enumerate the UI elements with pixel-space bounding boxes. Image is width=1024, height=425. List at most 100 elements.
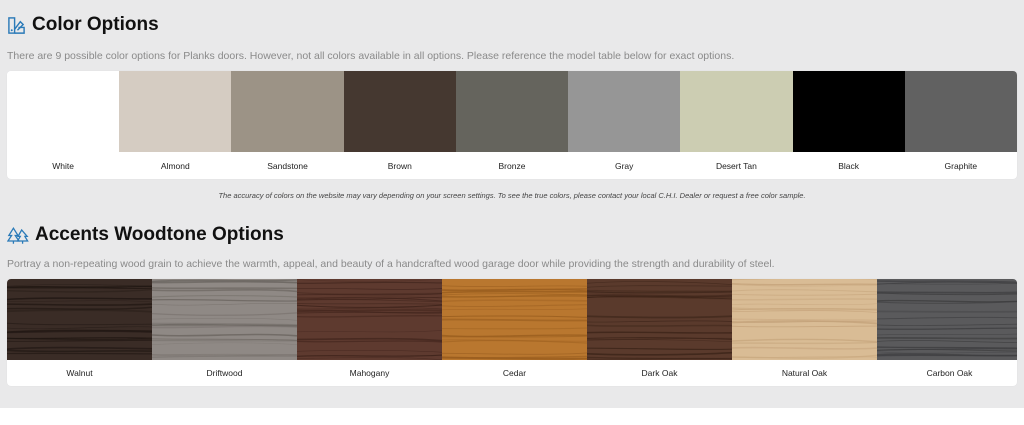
grain-line bbox=[297, 330, 442, 333]
grain-line bbox=[152, 295, 297, 298]
swatch-label: Natural Oak bbox=[781, 368, 828, 378]
grain-line bbox=[152, 289, 297, 293]
grain-line bbox=[7, 297, 152, 301]
woodtone-swatch-natural-oak[interactable]: Natural Oak bbox=[732, 279, 877, 386]
color-swatch-sandstone[interactable]: Sandstone bbox=[231, 71, 344, 179]
grain-line bbox=[152, 342, 297, 345]
woodgrain-texture bbox=[152, 279, 297, 358]
grain-line bbox=[732, 310, 877, 313]
color-swatch-bronze[interactable]: Bronze bbox=[455, 71, 569, 179]
woodtone-swatch-cedar[interactable]: Cedar bbox=[442, 279, 587, 386]
grain-line bbox=[442, 352, 587, 355]
color-chip bbox=[231, 71, 344, 152]
grain-line bbox=[587, 347, 732, 351]
color-swatch-black[interactable]: Black bbox=[792, 71, 905, 179]
woodgrain-chip bbox=[877, 279, 1017, 360]
grain-line bbox=[877, 291, 1017, 295]
grain-line bbox=[877, 316, 1017, 320]
color-swatch-brown[interactable]: Brown bbox=[343, 71, 456, 179]
color-swatch-gray[interactable]: Gray bbox=[568, 71, 681, 179]
grain-line bbox=[152, 338, 297, 341]
color-options-title: Color Options bbox=[32, 14, 159, 35]
swatch-label: Carbon Oak bbox=[926, 368, 973, 378]
swatch-label: Mahogany bbox=[349, 368, 390, 378]
grain-line bbox=[877, 346, 1017, 349]
color-chip bbox=[680, 71, 793, 152]
woodtone-swatch-mahogany[interactable]: Mahogany bbox=[297, 279, 442, 386]
grain-line bbox=[587, 281, 732, 285]
grain-line bbox=[297, 279, 442, 282]
grain-line bbox=[7, 339, 152, 343]
grain-line bbox=[152, 355, 297, 358]
swatch-label: Brown bbox=[387, 160, 412, 171]
grain-line bbox=[297, 304, 442, 308]
swatch-label: White bbox=[52, 160, 74, 171]
swatch-label: Gray bbox=[614, 160, 634, 171]
grain-line bbox=[7, 346, 152, 350]
woodtone-options-heading: Accents Woodtone Options bbox=[7, 224, 284, 246]
grain-line bbox=[877, 351, 1017, 354]
woodgrain-texture bbox=[297, 279, 442, 360]
color-chip bbox=[792, 71, 905, 152]
color-swatch-white[interactable]: White bbox=[7, 71, 120, 179]
color-chip bbox=[7, 71, 120, 152]
swatch-label: Bronze bbox=[498, 160, 526, 171]
swatch-label: Driftwood bbox=[206, 368, 243, 378]
woodgrain-texture bbox=[7, 284, 152, 355]
grain-line bbox=[7, 309, 152, 313]
grain-line bbox=[152, 333, 297, 337]
grain-line bbox=[297, 350, 442, 353]
grain-line bbox=[732, 346, 877, 350]
grain-line bbox=[7, 322, 152, 326]
swatch-label: Walnut bbox=[66, 368, 93, 378]
grain-line bbox=[297, 291, 442, 295]
swatch-label: Sandstone bbox=[267, 160, 308, 171]
grain-line bbox=[877, 333, 1017, 336]
grain-line bbox=[877, 354, 1017, 357]
woodgrain-texture bbox=[587, 281, 732, 360]
grain-line bbox=[152, 303, 297, 306]
grain-line bbox=[297, 288, 442, 290]
color-accuracy-note: The accuracy of colors on the website ma… bbox=[218, 191, 806, 200]
woodtone-options-subtitle: Portray a non-repeating wood grain to ac… bbox=[7, 258, 775, 270]
grain-line bbox=[877, 340, 1017, 344]
color-options-subtitle: There are 9 possible color options for P… bbox=[7, 50, 735, 62]
grain-line bbox=[877, 310, 1017, 313]
grain-line bbox=[7, 330, 152, 334]
woodgrain-chip bbox=[152, 279, 297, 360]
grain-line bbox=[877, 327, 1017, 330]
grain-line bbox=[587, 320, 732, 323]
grain-line bbox=[7, 326, 152, 330]
grain-line bbox=[442, 295, 587, 298]
grain-line bbox=[587, 315, 732, 319]
swatch-label: Almond bbox=[160, 160, 190, 171]
color-swatch-almond[interactable]: Almond bbox=[119, 71, 232, 179]
trees-icon bbox=[7, 226, 29, 244]
grain-line bbox=[732, 341, 877, 345]
grain-line bbox=[297, 281, 442, 284]
grain-line bbox=[587, 285, 732, 288]
grain-line bbox=[297, 340, 442, 343]
color-swatch-desert-tan[interactable]: Desert Tan bbox=[680, 71, 793, 179]
color-swatch-card: White Almond Sandstone Brown Bronze Gray Deser… bbox=[7, 71, 1017, 179]
color-options-heading: Color Options bbox=[7, 14, 159, 36]
grain-line bbox=[297, 354, 442, 357]
woodtone-swatch-dark-oak[interactable]: Dark Oak bbox=[587, 279, 732, 386]
woodgrain-chip bbox=[297, 279, 442, 360]
grain-line bbox=[7, 352, 152, 355]
grain-line bbox=[442, 304, 587, 308]
swatch-label: Desert Tan bbox=[715, 160, 757, 171]
woodtone-swatch-walnut[interactable]: Walnut bbox=[7, 279, 152, 386]
woodgrain-chip bbox=[732, 279, 877, 360]
woodtone-swatch-carbon-oak[interactable]: Carbon Oak bbox=[877, 279, 1017, 386]
grain-line bbox=[587, 331, 732, 334]
grain-line bbox=[877, 337, 1017, 340]
grain-line bbox=[7, 303, 152, 306]
grain-line bbox=[152, 318, 297, 321]
color-chip bbox=[455, 71, 569, 152]
woodtone-swatch-driftwood[interactable]: Driftwood bbox=[152, 279, 297, 386]
color-swatch-graphite[interactable]: Graphite bbox=[904, 71, 1017, 179]
color-chip bbox=[119, 71, 232, 152]
grain-line bbox=[442, 315, 587, 318]
grain-line bbox=[877, 323, 1017, 326]
